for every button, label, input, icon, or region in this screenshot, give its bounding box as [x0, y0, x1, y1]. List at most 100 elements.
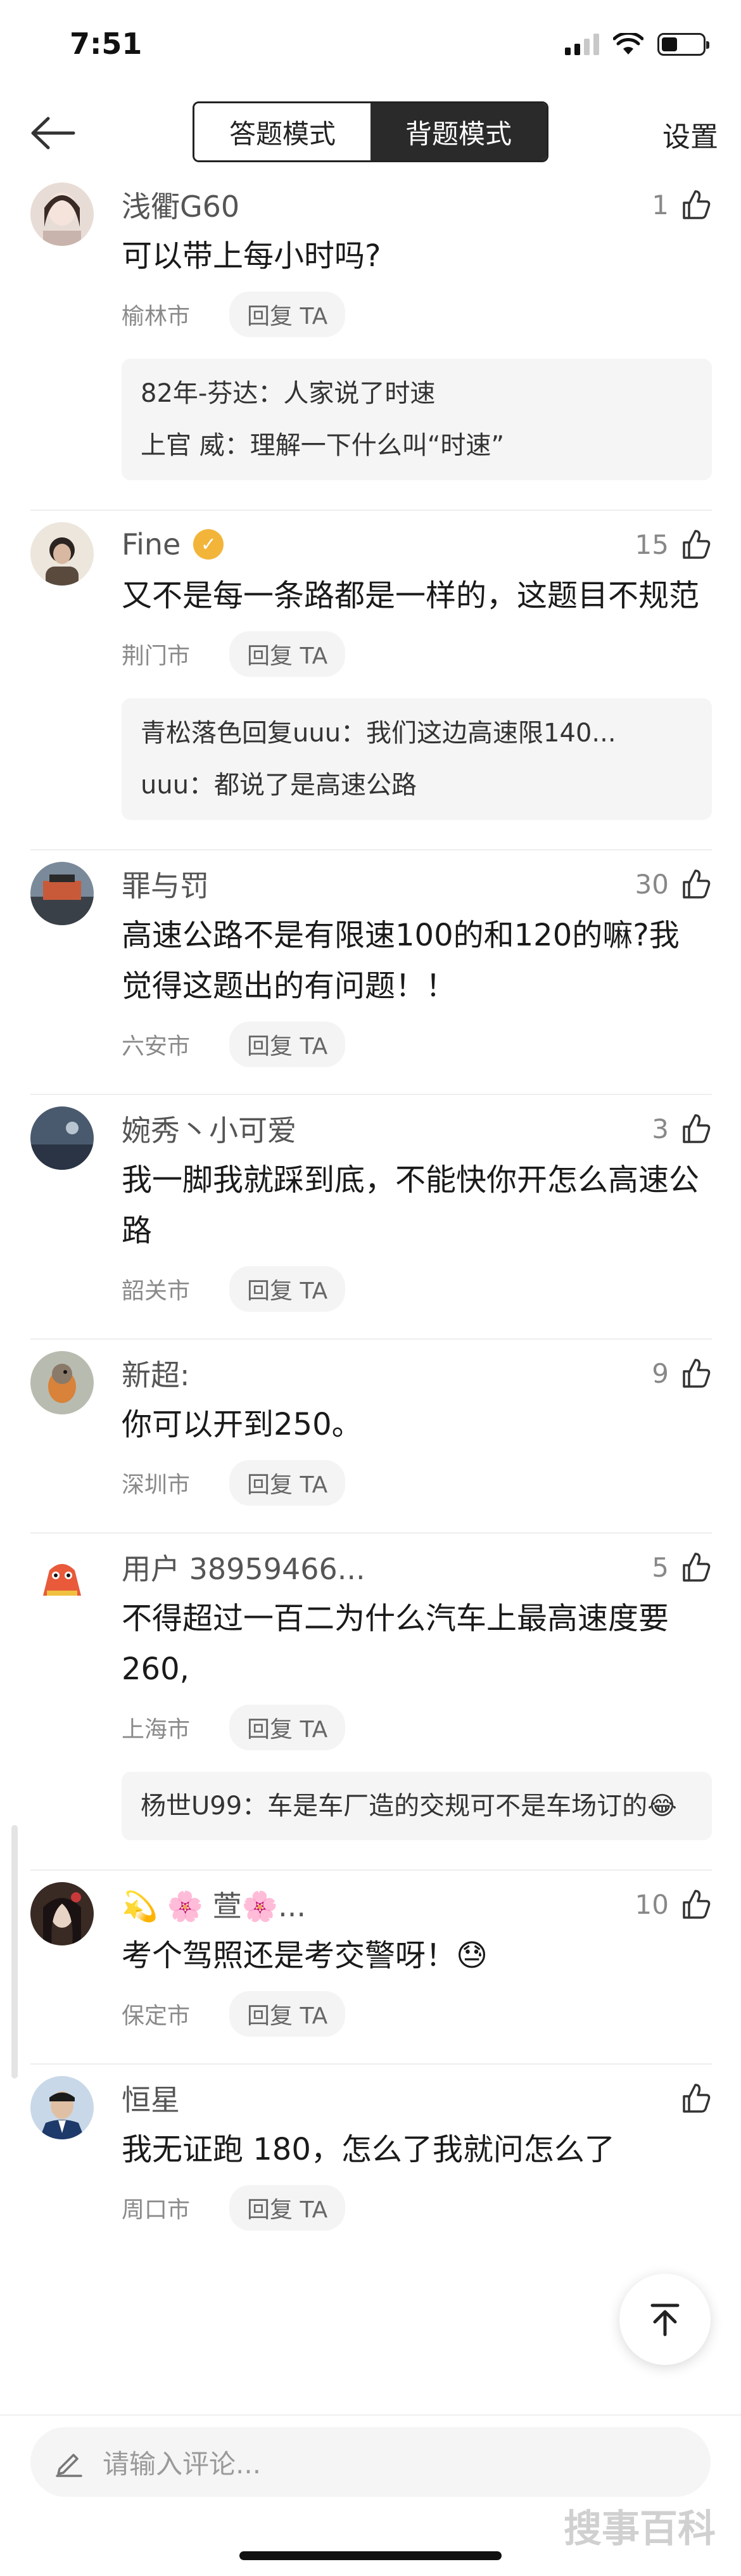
comment-item: 💫 🌸 萱🌸... 10 考个驾照还是考交警呀！😓 保定市 回复 TA — [30, 1871, 712, 2065]
reply-button[interactable]: 回复 TA — [229, 631, 346, 677]
comment-text: 不得超过一百二为什么汽车上最高速度要260, — [122, 1601, 669, 1687]
comment-item: 新超: 9 你可以开到250。 深圳市 回复 TA — [30, 1340, 712, 1534]
reply-item: uuu：都说了是高速公路 — [141, 771, 417, 800]
like-group[interactable] — [680, 2082, 712, 2114]
location: 上海市 — [122, 1717, 191, 1743]
thumbs-up-icon[interactable] — [680, 1551, 712, 1583]
tab-memorize-mode[interactable]: 背题模式 — [370, 103, 547, 160]
comment-input-bar: 请输入评论... 搜事百科 — [0, 2414, 741, 2576]
input-placeholder: 请输入评论... — [103, 2448, 262, 2480]
comment-item: 恒星 我无证跑 180，怎么了我就问怎么了 周口市 回复 TA — [30, 2065, 712, 2257]
thumbs-up-icon[interactable] — [680, 1113, 712, 1144]
wifi-icon — [613, 33, 643, 54]
comment-item: 用户 38959466... 5 不得超过一百二为什么汽车上最高速度要260, … — [30, 1534, 712, 1871]
arrow-up-icon — [650, 2304, 680, 2336]
like-count: 15 — [635, 529, 669, 560]
location: 周口市 — [122, 2197, 191, 2223]
avatar[interactable] — [30, 522, 94, 586]
comment-text: 我无证跑 180，怎么了我就问怎么了 — [122, 2132, 615, 2167]
tab-answer-mode[interactable]: 答题模式 — [194, 103, 370, 160]
thumbs-up-icon[interactable] — [680, 1888, 712, 1920]
avatar[interactable] — [30, 1882, 94, 1945]
comment-item: 浅衢G60 1 可以带上每小时吗? 榆林市 回复 TA 82年-芬达：人家说了时… — [30, 171, 712, 511]
mode-toggle: 答题模式 背题模式 — [193, 101, 548, 162]
reply-button[interactable]: 回复 TA — [229, 1022, 346, 1067]
like-group[interactable]: 30 — [635, 868, 712, 900]
watermark-logo: 搜事百科 — [564, 2507, 716, 2551]
reply-button[interactable]: 回复 TA — [229, 292, 346, 337]
comment-text: 你可以开到250。 — [122, 1407, 362, 1442]
username[interactable]: 恒星 — [122, 2077, 180, 2119]
location: 六安市 — [122, 1034, 191, 1060]
reply-item: 上官 威：理解一下什么叫“时速” — [141, 431, 505, 460]
avatar[interactable] — [30, 1545, 94, 1608]
pencil-icon — [56, 2454, 82, 2477]
like-group[interactable]: 10 — [635, 1888, 712, 1920]
reply-button[interactable]: 回复 TA — [229, 1991, 346, 2037]
like-count: 3 — [652, 1113, 669, 1144]
like-count: 10 — [635, 1888, 669, 1920]
back-arrow-icon[interactable] — [28, 111, 79, 155]
avatar[interactable] — [30, 1351, 94, 1414]
like-group[interactable]: 15 — [635, 529, 712, 560]
status-time: 7:51 — [70, 27, 142, 61]
username[interactable]: 婉秀丶小可爱 — [122, 1108, 296, 1150]
status-bar: 7:51 — [0, 0, 741, 95]
username[interactable]: 罪与罚 — [122, 863, 209, 905]
replies-box[interactable]: 82年-芬达：人家说了时速 上官 威：理解一下什么叫“时速” — [122, 359, 712, 480]
battery-icon — [657, 33, 709, 56]
avatar[interactable] — [30, 1106, 94, 1170]
reply-button[interactable]: 回复 TA — [229, 2185, 346, 2231]
reply-item: 82年-芬达：人家说了时速 — [141, 379, 436, 408]
like-count: 30 — [635, 868, 669, 900]
reply-button[interactable]: 回复 TA — [229, 1705, 346, 1750]
thumbs-up-icon[interactable] — [680, 1357, 712, 1389]
avatar[interactable] — [30, 183, 94, 246]
comment-item: 罪与罚 30 高速公路不是有限速100的和120的嘛?我觉得这题出的有问题！！ … — [30, 850, 712, 1095]
status-icons — [565, 33, 709, 56]
comment-list: 浅衢G60 1 可以带上每小时吗? 榆林市 回复 TA 82年-芬达：人家说了时… — [0, 171, 741, 2257]
reply-item: 杨世U99：车是车厂造的交规可不是车场订的😂 — [141, 1791, 677, 1821]
cellular-signal-icon — [565, 34, 599, 55]
username[interactable]: 💫 🌸 萱🌸... — [122, 1883, 306, 1925]
comment-text: 又不是每一条路都是一样的，这题目不规范 — [122, 578, 700, 613]
username[interactable]: 用户 38959466... — [122, 1546, 365, 1588]
reply-item: 青松落色回复uuu：我们这边高速限140... — [141, 719, 616, 748]
location: 韶关市 — [122, 1278, 191, 1304]
location: 保定市 — [122, 2003, 191, 2029]
home-indicator — [239, 2551, 502, 2560]
comment-item: 婉秀丶小可爱 3 我一脚我就踩到底，不能快你开怎么高速公路 韶关市 回复 TA — [30, 1095, 712, 1340]
scrollbar[interactable] — [11, 1825, 18, 2079]
location: 深圳市 — [122, 1472, 191, 1498]
comment-text: 可以带上每小时吗? — [122, 238, 381, 274]
username[interactable]: 浅衢G60 — [122, 184, 239, 226]
like-group[interactable]: 9 — [652, 1357, 712, 1389]
top-nav: 答题模式 背题模式 设置 — [0, 95, 741, 171]
username[interactable]: Fine — [122, 527, 180, 561]
verified-badge-icon: ✓ — [193, 529, 224, 560]
reply-button[interactable]: 回复 TA — [229, 1266, 346, 1312]
like-count: 1 — [652, 189, 669, 221]
username[interactable]: 新超: — [122, 1352, 190, 1394]
reply-button[interactable]: 回复 TA — [229, 1460, 346, 1506]
like-group[interactable]: 5 — [652, 1551, 712, 1583]
avatar[interactable] — [30, 862, 94, 925]
comment-text: 高速公路不是有限速100的和120的嘛?我觉得这题出的有问题！！ — [122, 918, 680, 1004]
like-count: 9 — [652, 1357, 669, 1389]
scroll-to-top-button[interactable] — [619, 2274, 711, 2365]
settings-button[interactable]: 设置 — [662, 114, 718, 155]
thumbs-up-icon[interactable] — [680, 868, 712, 900]
like-group[interactable]: 3 — [652, 1113, 712, 1144]
thumbs-up-icon[interactable] — [680, 2082, 712, 2114]
location: 榆林市 — [122, 304, 191, 330]
comment-input[interactable]: 请输入评论... — [30, 2427, 711, 2497]
thumbs-up-icon[interactable] — [680, 189, 712, 221]
avatar[interactable] — [30, 2076, 94, 2139]
replies-box[interactable]: 杨世U99：车是车厂造的交规可不是车场订的😂 — [122, 1772, 712, 1840]
comment-text: 我一脚我就踩到底，不能快你开怎么高速公路 — [122, 1162, 700, 1248]
like-group[interactable]: 1 — [652, 189, 712, 221]
location: 荆门市 — [122, 643, 191, 669]
comment-text: 考个驾照还是考交警呀！😓 — [122, 1938, 488, 1973]
replies-box[interactable]: 青松落色回复uuu：我们这边高速限140... uuu：都说了是高速公路 — [122, 698, 712, 820]
thumbs-up-icon[interactable] — [680, 529, 712, 560]
